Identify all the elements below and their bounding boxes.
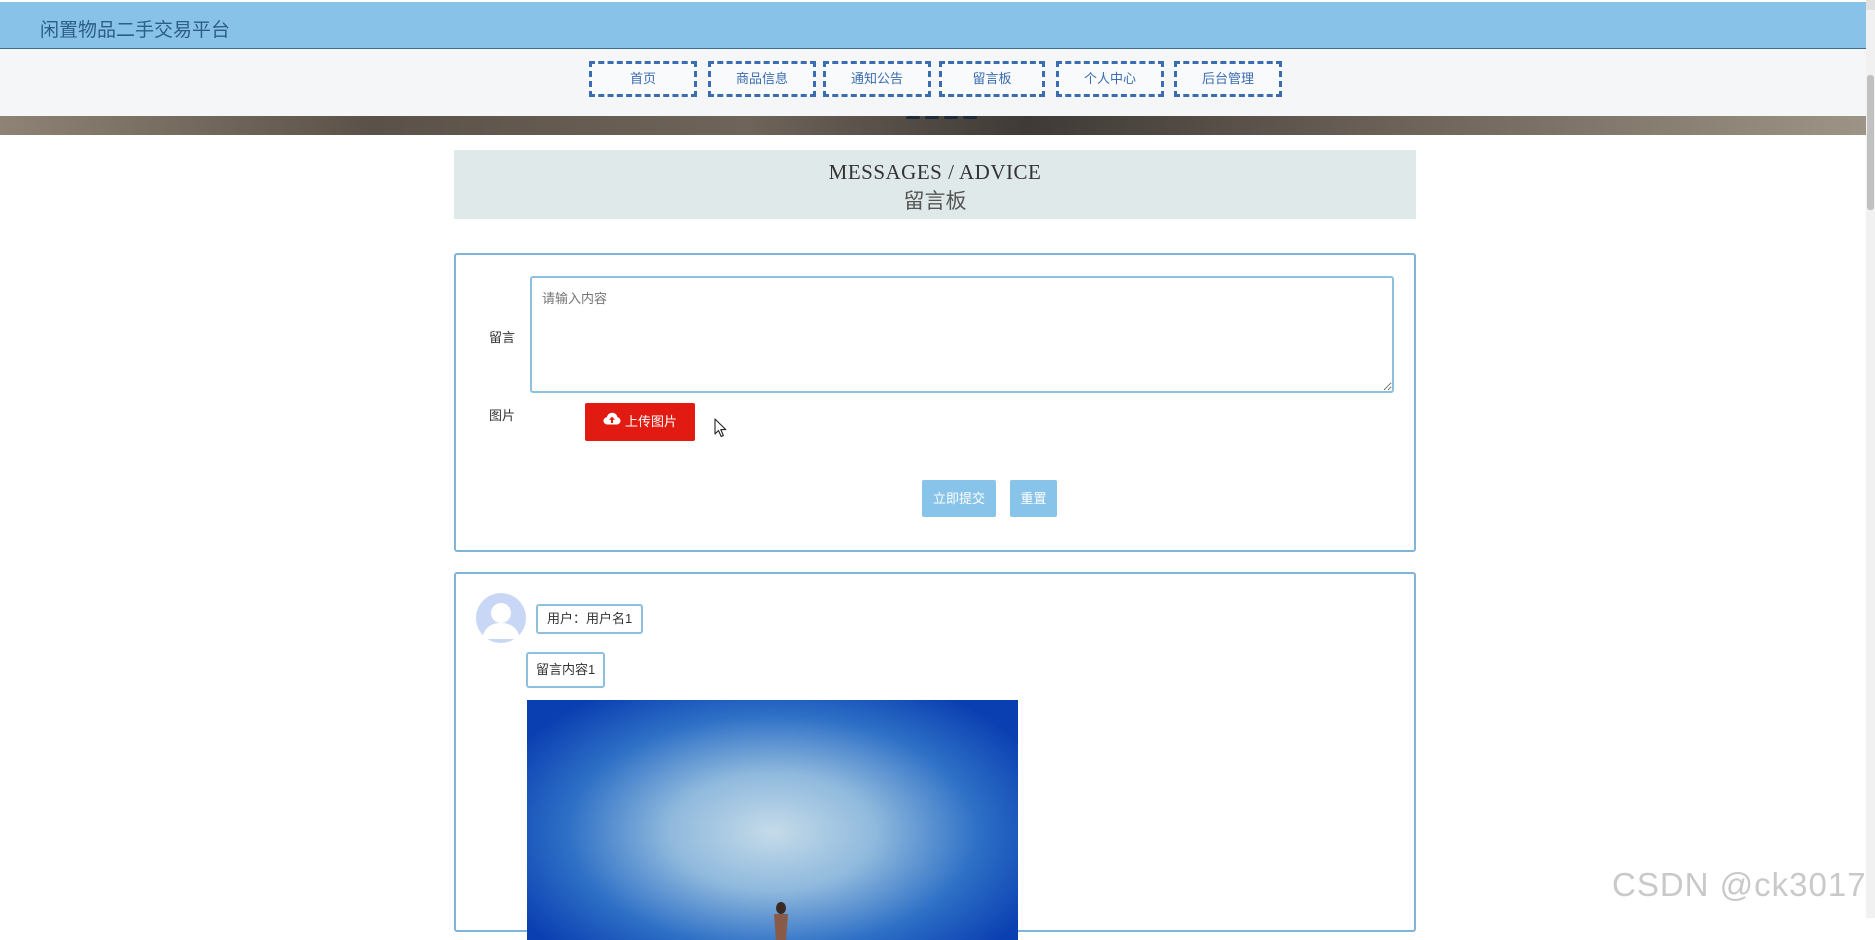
watermark: CSDN @ck3017	[1612, 866, 1867, 903]
carousel-dot[interactable]	[925, 116, 939, 119]
message-image	[527, 700, 1018, 940]
page-heading: MESSAGES / ADVICE 留言板	[454, 150, 1416, 219]
scroll-up-arrow[interactable]	[1866, 0, 1875, 10]
message-form: 留言 图片 上传图片 立即提交 重置	[454, 253, 1416, 552]
page-heading-en: MESSAGES / ADVICE	[828, 160, 1042, 184]
message-input[interactable]	[530, 276, 1394, 393]
mouse-cursor-icon	[714, 418, 728, 443]
reset-button[interactable]: 重置	[1010, 480, 1057, 517]
message-list: 用户：用户名1 留言内容1	[454, 572, 1416, 940]
upload-image-label: 上传图片	[624, 414, 677, 429]
top-header: 闲置物品二手交易平台	[0, 2, 1866, 49]
site-title: 闲置物品二手交易平台	[40, 20, 231, 41]
carousel-dot[interactable]	[944, 116, 958, 119]
message-content: 留言内容1	[526, 652, 606, 688]
nav-item-home[interactable]: 首页	[589, 61, 697, 97]
scrollbar[interactable]	[1866, 0, 1875, 918]
carousel-dot[interactable]	[906, 116, 920, 119]
main-nav: 首页 商品信息 通知公告 留言板 个人中心 后台管理	[0, 49, 1866, 116]
carousel-dot[interactable]	[963, 116, 977, 119]
scrollbar-thumb[interactable]	[1867, 75, 1874, 210]
submit-button[interactable]: 立即提交	[922, 480, 996, 517]
page-heading-cn: 留言板	[903, 189, 967, 213]
nav-item-message-board[interactable]: 留言板	[939, 61, 1045, 97]
image-label: 图片	[489, 408, 516, 423]
upload-image-button[interactable]: 上传图片	[585, 403, 695, 441]
nav-item-products[interactable]: 商品信息	[708, 61, 816, 97]
user-avatar-icon	[476, 593, 526, 643]
message-label: 留言	[489, 330, 516, 345]
cloud-upload-icon	[603, 402, 621, 440]
nav-item-admin[interactable]: 后台管理	[1174, 61, 1282, 97]
banner-image	[0, 116, 1866, 135]
nav-item-personal-center[interactable]: 个人中心	[1056, 61, 1164, 97]
message-user: 用户：用户名1	[536, 604, 644, 634]
nav-item-notices[interactable]: 通知公告	[823, 61, 931, 97]
